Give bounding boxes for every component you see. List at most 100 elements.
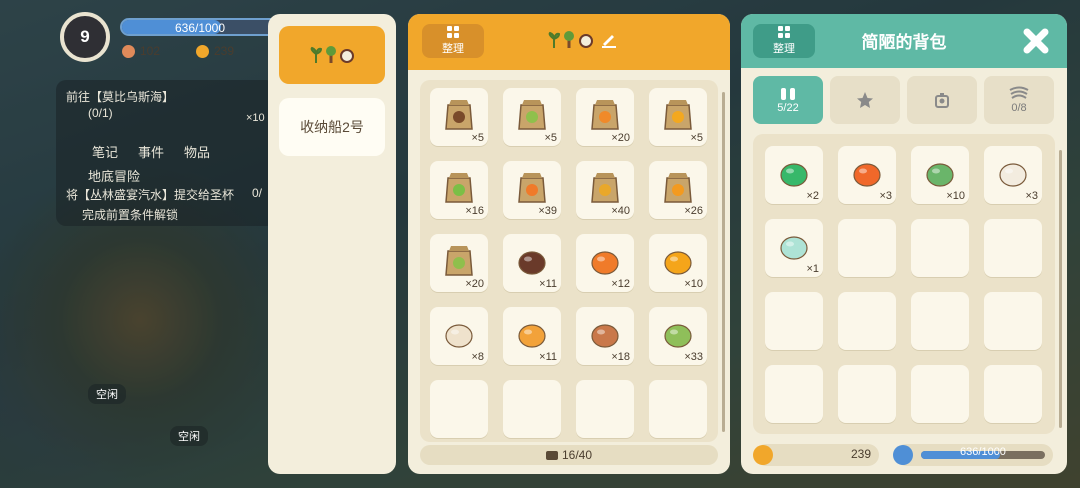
backpack-slot-empty[interactable] xyxy=(765,365,823,423)
seed-bag-leaf-icon xyxy=(443,170,475,204)
backpack-tab-wind-count: 0/8 xyxy=(1011,102,1027,114)
backpack-grid-area: ×2 ×3 ×10 ×3 ×1 xyxy=(753,134,1055,434)
stamina-display: 636/1000 xyxy=(893,444,1053,466)
item-quantity: ×3 xyxy=(879,190,892,202)
backpack-slot-empty[interactable] xyxy=(911,219,969,277)
backpack-grid: ×2 ×3 ×10 ×3 ×1 xyxy=(765,146,1042,423)
gold-value: 239 xyxy=(850,447,871,461)
storage-slot-seed-bag-leaf[interactable]: ×16 xyxy=(430,161,488,219)
storage-scrollbar[interactable] xyxy=(722,92,725,432)
backpack-icon xyxy=(781,88,795,100)
storage-slot-seed-bag-green[interactable]: ×5 xyxy=(503,88,561,146)
gold-coin-icon xyxy=(196,44,209,58)
gold-display: 239 xyxy=(753,444,879,466)
backpack-tab-wind[interactable]: 0/8 xyxy=(984,76,1054,124)
backpack-tab-scale[interactable] xyxy=(907,76,977,124)
backpack-slot-empty[interactable] xyxy=(911,292,969,350)
storage-slot-coffee-bean-sack[interactable]: ×5 xyxy=(430,88,488,146)
storage-slot-coconut[interactable]: ×11 xyxy=(503,234,561,292)
backpack-tab-star[interactable] xyxy=(830,76,900,124)
stamina-icon xyxy=(893,445,913,465)
item-quantity: ×33 xyxy=(684,351,703,363)
quest-tab-items[interactable]: 物品 xyxy=(184,142,210,161)
idle-tag-2[interactable]: 空闲 xyxy=(170,426,208,446)
storage-slot-empty[interactable] xyxy=(430,380,488,438)
seed-bag-yellow-icon xyxy=(662,97,694,131)
backpack-scrollbar[interactable] xyxy=(1059,150,1062,428)
storage-slot-empty[interactable] xyxy=(649,380,707,438)
storage-slot-seed-bag-sprout[interactable]: ×20 xyxy=(430,234,488,292)
seed-bag-orange-icon xyxy=(589,97,621,131)
item-quantity: ×39 xyxy=(538,205,557,217)
storage-slot-honey-jar[interactable]: ×11 xyxy=(503,307,561,365)
seed-bag-sprout-icon xyxy=(443,243,475,277)
storage-slot-empty[interactable] xyxy=(576,380,634,438)
storage-slot-seed-bag-pumpkin[interactable]: ×26 xyxy=(649,161,707,219)
backpack-slot-empty[interactable] xyxy=(838,219,896,277)
storage-grid-area: ×5 ×5 ×20 ×5 ×16 ×39 ×40 ×26 ×20 ×11 ×12 ×10 ×8 ×11 ×1… xyxy=(420,80,718,442)
storage-slot-carrot[interactable]: ×12 xyxy=(576,234,634,292)
backpack-slot-orange-potion[interactable]: ×3 xyxy=(838,146,896,204)
currency-a-value: 102 xyxy=(140,44,161,58)
exp-bar: 636/1000 xyxy=(120,18,280,36)
coffee-bean-sack-icon xyxy=(443,97,475,131)
item-quantity: ×18 xyxy=(611,351,630,363)
backpack-slot-empty[interactable] xyxy=(838,292,896,350)
storage-slot-bread-loaf[interactable]: ×18 xyxy=(576,307,634,365)
backpack-slot-empty[interactable] xyxy=(911,365,969,423)
storage-tab-2[interactable]: 收纳船2号 xyxy=(279,98,385,156)
green-pot-icon xyxy=(662,316,694,350)
close-button[interactable] xyxy=(1021,26,1051,56)
backpack-slot-empty[interactable] xyxy=(838,365,896,423)
quest-tracker[interactable]: 前往【莫比乌斯海】 (0/1) ×10 笔记 事件 物品 地底冒险 将【丛林盛宴… xyxy=(56,80,276,226)
item-quantity: ×10 xyxy=(946,190,965,202)
backpack-slot-moss-rock[interactable]: ×10 xyxy=(911,146,969,204)
backpack-slot-cream-dessert[interactable]: ×3 xyxy=(984,146,1042,204)
backpack-tab-items-count: 5/22 xyxy=(777,102,799,114)
seed-bag-green-icon xyxy=(516,97,548,131)
storage-sort-button[interactable]: 整理 xyxy=(422,24,484,58)
storage-slot-seed-bag-gold[interactable]: ×40 xyxy=(576,161,634,219)
storage-slot-seed-bag-orange[interactable]: ×20 xyxy=(576,88,634,146)
storage-tab-2-label: 收纳船2号 xyxy=(300,119,364,135)
edit-pencil-icon[interactable] xyxy=(600,31,618,49)
storage-capacity: 16/40 xyxy=(420,445,718,465)
honey-jar-icon xyxy=(516,316,548,350)
level-number: 9 xyxy=(80,27,90,46)
backpack-sort-label: 整理 xyxy=(773,43,795,55)
level-badge[interactable]: 9 xyxy=(60,12,110,62)
storage-slot-orange-fruit[interactable]: ×10 xyxy=(649,234,707,292)
storage-slot-empty[interactable] xyxy=(503,380,561,438)
backpack-slot-empty[interactable] xyxy=(984,219,1042,277)
backpack-slot-jungle-soda[interactable]: ×1 xyxy=(765,219,823,277)
quest-tab-notes[interactable]: 笔记 xyxy=(64,142,118,161)
backpack-slot-empty[interactable] xyxy=(984,292,1042,350)
storage-slot-seed-bag-yellow[interactable]: ×5 xyxy=(649,88,707,146)
backpack-slot-green-slime[interactable]: ×2 xyxy=(765,146,823,204)
item-quantity: ×10 xyxy=(684,278,703,290)
stamina-text: 636/1000 xyxy=(960,446,1006,458)
backpack-tab-items[interactable]: 5/22 xyxy=(753,76,823,124)
backpack-slot-empty[interactable] xyxy=(984,365,1042,423)
item-quantity: ×40 xyxy=(611,205,630,217)
currency-b: 239 xyxy=(196,44,234,58)
quest-tab-events[interactable]: 事件 xyxy=(138,142,164,161)
seed-bag-gold-icon xyxy=(589,170,621,204)
idle-tag-1[interactable]: 空闲 xyxy=(88,384,126,404)
storage-slot-flour-block[interactable]: ×8 xyxy=(430,307,488,365)
cream-dessert-icon xyxy=(997,155,1029,189)
seed-bag-carrot-icon xyxy=(516,170,548,204)
crop-icons xyxy=(548,31,593,48)
storage-tab-1[interactable] xyxy=(279,26,385,84)
sort-grid-icon xyxy=(447,26,459,38)
item-quantity: ×11 xyxy=(539,278,557,290)
chest-icon xyxy=(545,450,558,460)
backpack-sort-button[interactable]: 整理 xyxy=(753,24,815,58)
storage-header: 整理 xyxy=(408,14,730,70)
storage-slot-green-pot[interactable]: ×33 xyxy=(649,307,707,365)
moss-rock-icon xyxy=(924,155,956,189)
quest-section: 地底冒险 xyxy=(88,169,141,184)
backpack-slot-empty[interactable] xyxy=(765,292,823,350)
storage-slot-seed-bag-carrot[interactable]: ×39 xyxy=(503,161,561,219)
quest-reward-qty: ×10 xyxy=(246,112,265,124)
